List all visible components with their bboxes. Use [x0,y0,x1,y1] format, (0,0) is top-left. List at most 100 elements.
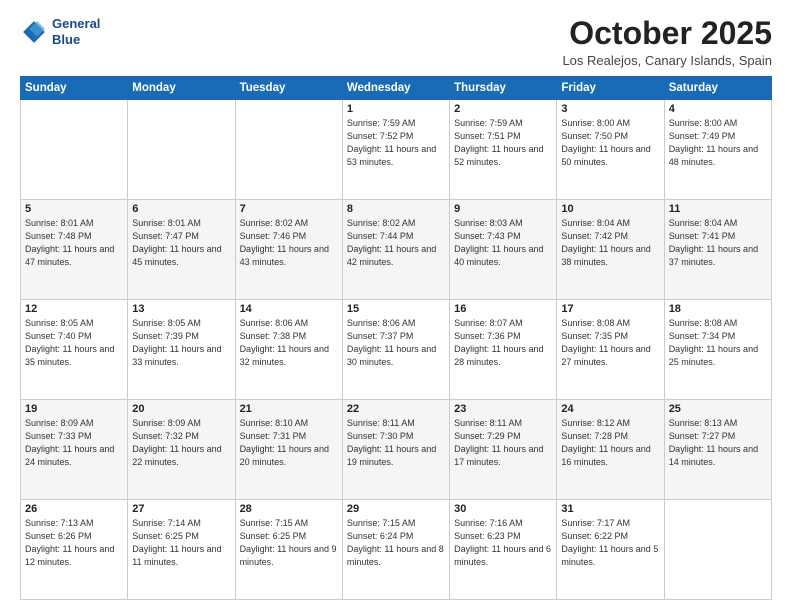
logo: General Blue [20,16,100,47]
day-info: Sunrise: 8:05 AM Sunset: 7:39 PM Dayligh… [132,317,230,369]
calendar-cell [21,100,128,200]
calendar-cell: 4 Sunrise: 8:00 AM Sunset: 7:49 PM Daylig… [664,100,771,200]
day-number: 13 [132,303,230,315]
calendar-cell: 29Sunrise: 7:15 AM Sunset: 6:24 PM Dayli… [342,500,449,600]
day-info: Sunrise: 8:11 AM Sunset: 7:30 PM Dayligh… [347,417,445,469]
day-number: 19 [25,403,123,415]
calendar-cell: 18 Sunrise: 8:08 AM Sunset: 7:34 PM Dayli… [664,300,771,400]
calendar-header-monday: Monday [128,77,235,100]
day-info: Sunrise: 8:10 AM Sunset: 7:31 PM Dayligh… [240,417,338,469]
day-info: Sunrise: 8:04 AM Sunset: 7:41 PM Dayligh… [669,217,767,269]
calendar-cell: 27 Sunrise: 7:14 AM Sunset: 6:25 PM Dayli… [128,500,235,600]
calendar-cell: 28 Sunrise: 7:15 AM Sunset: 6:25 PM Dayli… [235,500,342,600]
calendar-cell: 16Sunrise: 8:07 AM Sunset: 7:36 PM Dayli… [450,300,557,400]
day-number: 10 [561,203,659,215]
calendar-cell [235,100,342,200]
calendar-cell: 9 Sunrise: 8:03 AM Sunset: 7:43 PM Daylig… [450,200,557,300]
calendar-table: SundayMondayTuesdayWednesdayThursdayFrid… [20,76,772,600]
day-info: Sunrise: 8:01 AM Sunset: 7:48 PM Dayligh… [25,217,123,269]
day-info: Sunrise: 8:08 AM Sunset: 7:35 PM Dayligh… [561,317,659,369]
day-number: 22 [347,403,445,415]
day-info: Sunrise: 8:09 AM Sunset: 7:32 PM Dayligh… [132,417,230,469]
day-number: 25 [669,403,767,415]
day-info: Sunrise: 8:03 AM Sunset: 7:43 PM Dayligh… [454,217,552,269]
day-info: Sunrise: 7:59 AM Sunset: 7:52 PM Dayligh… [347,117,445,169]
calendar-cell: 25Sunrise: 8:13 AM Sunset: 7:27 PM Dayli… [664,400,771,500]
day-info: Sunrise: 8:11 AM Sunset: 7:29 PM Dayligh… [454,417,552,469]
day-number: 1 [347,103,445,115]
day-number: 12 [25,303,123,315]
calendar-cell: 31 Sunrise: 7:17 AM Sunset: 6:22 PM Dayli… [557,500,664,600]
day-number: 28 [240,503,338,515]
day-info: Sunrise: 7:14 AM Sunset: 6:25 PM Dayligh… [132,517,230,569]
day-number: 31 [561,503,659,515]
calendar-cell: 5 Sunrise: 8:01 AM Sunset: 7:48 PM Daylig… [21,200,128,300]
header: General Blue October 2025 Los Realejos, … [20,16,772,68]
calendar-week-row: 12 Sunrise: 8:05 AM Sunset: 7:40 PM Dayli… [21,300,772,400]
calendar-header-wednesday: Wednesday [342,77,449,100]
calendar-cell: 1 Sunrise: 7:59 AM Sunset: 7:52 PM Daylig… [342,100,449,200]
calendar-cell: 20 Sunrise: 8:09 AM Sunset: 7:32 PM Dayli… [128,400,235,500]
calendar-cell: 19Sunrise: 8:09 AM Sunset: 7:33 PM Dayli… [21,400,128,500]
day-number: 15 [347,303,445,315]
day-number: 29 [347,503,445,515]
calendar-cell: 2Sunrise: 7:59 AM Sunset: 7:51 PM Daylig… [450,100,557,200]
day-number: 11 [669,203,767,215]
calendar-cell: 3Sunrise: 8:00 AM Sunset: 7:50 PM Daylig… [557,100,664,200]
calendar-cell [664,500,771,600]
day-info: Sunrise: 8:00 AM Sunset: 7:49 PM Dayligh… [669,117,767,169]
day-info: Sunrise: 8:08 AM Sunset: 7:34 PM Dayligh… [669,317,767,369]
day-info: Sunrise: 8:02 AM Sunset: 7:44 PM Dayligh… [347,217,445,269]
calendar-header-friday: Friday [557,77,664,100]
day-info: Sunrise: 7:17 AM Sunset: 6:22 PM Dayligh… [561,517,659,569]
calendar-week-row: 19Sunrise: 8:09 AM Sunset: 7:33 PM Dayli… [21,400,772,500]
day-number: 9 [454,203,552,215]
day-number: 23 [454,403,552,415]
calendar-cell: 12 Sunrise: 8:05 AM Sunset: 7:40 PM Dayli… [21,300,128,400]
day-info: Sunrise: 8:06 AM Sunset: 7:38 PM Dayligh… [240,317,338,369]
day-number: 14 [240,303,338,315]
day-number: 20 [132,403,230,415]
day-number: 4 [669,103,767,115]
day-info: Sunrise: 7:13 AM Sunset: 6:26 PM Dayligh… [25,517,123,569]
day-number: 16 [454,303,552,315]
day-number: 26 [25,503,123,515]
calendar-cell: 7 Sunrise: 8:02 AM Sunset: 7:46 PM Daylig… [235,200,342,300]
day-info: Sunrise: 8:12 AM Sunset: 7:28 PM Dayligh… [561,417,659,469]
day-info: Sunrise: 7:15 AM Sunset: 6:25 PM Dayligh… [240,517,338,569]
calendar-cell: 15Sunrise: 8:06 AM Sunset: 7:37 PM Dayli… [342,300,449,400]
day-number: 27 [132,503,230,515]
day-number: 7 [240,203,338,215]
calendar-cell: 30Sunrise: 7:16 AM Sunset: 6:23 PM Dayli… [450,500,557,600]
month-title: October 2025 [562,16,772,51]
calendar-header-row: SundayMondayTuesdayWednesdayThursdayFrid… [21,77,772,100]
calendar-cell: 8 Sunrise: 8:02 AM Sunset: 7:44 PM Daylig… [342,200,449,300]
calendar-cell: 23 Sunrise: 8:11 AM Sunset: 7:29 PM Dayli… [450,400,557,500]
calendar-cell: 17 Sunrise: 8:08 AM Sunset: 7:35 PM Dayli… [557,300,664,400]
day-number: 17 [561,303,659,315]
day-number: 18 [669,303,767,315]
day-info: Sunrise: 8:04 AM Sunset: 7:42 PM Dayligh… [561,217,659,269]
day-number: 2 [454,103,552,115]
day-number: 24 [561,403,659,415]
day-info: Sunrise: 7:16 AM Sunset: 6:23 PM Dayligh… [454,517,552,569]
calendar-cell: 11 Sunrise: 8:04 AM Sunset: 7:41 PM Dayli… [664,200,771,300]
day-number: 8 [347,203,445,215]
calendar-week-row: 26 Sunrise: 7:13 AM Sunset: 6:26 PM Dayli… [21,500,772,600]
day-number: 6 [132,203,230,215]
calendar-cell: 6 Sunrise: 8:01 AM Sunset: 7:47 PM Daylig… [128,200,235,300]
calendar-header-sunday: Sunday [21,77,128,100]
title-area: October 2025 Los Realejos, Canary Island… [562,16,772,68]
calendar-cell: 22 Sunrise: 8:11 AM Sunset: 7:30 PM Dayli… [342,400,449,500]
day-info: Sunrise: 8:00 AM Sunset: 7:50 PM Dayligh… [561,117,659,169]
day-info: Sunrise: 8:02 AM Sunset: 7:46 PM Dayligh… [240,217,338,269]
day-info: Sunrise: 8:05 AM Sunset: 7:40 PM Dayligh… [25,317,123,369]
calendar-cell: 10 Sunrise: 8:04 AM Sunset: 7:42 PM Dayli… [557,200,664,300]
day-number: 5 [25,203,123,215]
calendar-cell: 21Sunrise: 8:10 AM Sunset: 7:31 PM Dayli… [235,400,342,500]
day-info: Sunrise: 8:01 AM Sunset: 7:47 PM Dayligh… [132,217,230,269]
calendar-week-row: 5 Sunrise: 8:01 AM Sunset: 7:48 PM Daylig… [21,200,772,300]
calendar-header-thursday: Thursday [450,77,557,100]
logo-text: General Blue [52,16,100,47]
location: Los Realejos, Canary Islands, Spain [562,53,772,68]
